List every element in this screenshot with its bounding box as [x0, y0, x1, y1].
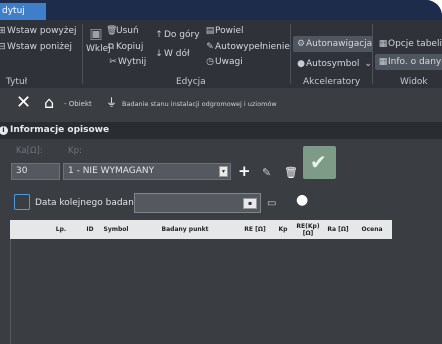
duplicate-icon: ▤ — [205, 26, 215, 36]
insert-above-icon: ⊞ — [0, 26, 6, 36]
chevron-down-icon[interactable]: ▾ — [219, 166, 228, 177]
copy-button[interactable]: ⧉ Kopiuj — [106, 42, 144, 52]
chevron-down-icon: ⌄ — [364, 59, 372, 69]
close-icon[interactable]: ✕ — [16, 93, 31, 113]
table-body — [10, 239, 442, 344]
column-header-badany-punkt[interactable]: Badany punkt — [135, 220, 235, 239]
notes-button[interactable]: ◷Uwagi — [205, 57, 243, 67]
map-pin-icon[interactable]: ● — [296, 192, 308, 208]
autofill-icon: ✎ — [206, 42, 214, 52]
column-header-symbol[interactable]: Symbol — [103, 220, 129, 239]
autonavigation-button[interactable]: ⚙Autonawigacja — [296, 39, 372, 49]
info-icon: i — [0, 126, 8, 135]
copy-label: Kopiuj — [116, 42, 144, 52]
confirm-button[interactable]: ✔ — [303, 146, 336, 179]
wklej-label: Wklej — [86, 44, 111, 54]
check-icon: ✔ — [310, 150, 327, 174]
kp-select[interactable]: 1 - NIE WYMAGANY — [63, 163, 231, 180]
column-header-kp[interactable]: Kp — [276, 220, 290, 239]
ribbon-separator — [290, 24, 291, 84]
arrow-up-icon: ↑ — [155, 30, 163, 40]
group-view: Widok — [400, 77, 428, 87]
autofill-button[interactable]: ✎Autowypełnienie — [205, 42, 290, 52]
autosymbol-label: Autosymbol — [306, 59, 360, 69]
arrow-down-icon: ↓ — [155, 49, 163, 59]
table-icon: ▦ — [378, 39, 388, 49]
ka-input[interactable]: 30 — [11, 163, 60, 180]
duplicate-button[interactable]: ▤Powiel — [205, 26, 244, 36]
insert-below-label: Wstaw poniżej — [7, 42, 73, 52]
section-title: Informacje opisowe — [10, 125, 110, 135]
column-header-re[interactable]: RE [Ω] — [242, 220, 268, 239]
calendar-icon[interactable]: ▭ — [267, 198, 276, 210]
autofill-label: Autowypełnienie — [215, 42, 290, 52]
cut-button[interactable]: ✂Wytnij — [108, 57, 146, 67]
ground-icon: ⏚ — [106, 96, 117, 109]
home-icon[interactable]: ⌂ — [44, 94, 54, 112]
next-date-checkbox[interactable] — [14, 194, 30, 210]
next-date-input[interactable] — [134, 193, 261, 213]
duplicate-label: Powiel — [215, 26, 244, 36]
insert-below-button[interactable]: ⊟Wstaw poniżej — [0, 42, 72, 52]
data-info-label: Info. o danych — [388, 57, 442, 67]
kp-select-value: 1 - NIE WYMAGANY — [68, 166, 155, 176]
wklej-button[interactable]: ▣ Wklej — [86, 26, 111, 54]
info-table-icon: ▦ — [378, 57, 388, 67]
cut-icon: ✂ — [109, 57, 117, 67]
autosymbol-button[interactable]: ●Autosymbol ⌄ — [296, 59, 372, 69]
autonavigation-label: Autonawigacja — [306, 39, 373, 49]
nav-toolbar: ✕ ⌂ - Obiekt ⏚ Badanie stanu instalacji … — [0, 88, 442, 120]
column-header-re-kp[interactable]: RE(Kp) [Ω] — [296, 220, 319, 239]
trash-icon: 🗑 — [106, 26, 118, 36]
breadcrumb-badanie[interactable]: Badanie stanu instalacji odgromowej i uz… — [122, 100, 277, 108]
delete-label: Usuń — [116, 26, 139, 36]
cut-label: Wytnij — [118, 57, 147, 67]
gear-icon: ⚙ — [296, 39, 306, 49]
insert-below-icon: ⊟ — [0, 42, 6, 52]
ribbon-separator — [82, 24, 83, 84]
column-header-ra[interactable]: Ra [Ω] — [324, 220, 352, 239]
column-header-id[interactable]: ID — [82, 220, 98, 239]
insert-above-button[interactable]: ⊞Wstaw powyżej — [0, 26, 77, 36]
dot-icon: ● — [297, 59, 305, 69]
move-up-button[interactable]: ↑Do góry — [154, 30, 200, 40]
ribbon-separator — [372, 24, 373, 84]
clock-icon: ◷ — [206, 57, 214, 67]
delete-button[interactable]: 🗑Usuń — [106, 26, 139, 36]
tab-edytuj[interactable]: dytuj — [0, 3, 46, 20]
move-down-label: W dół — [164, 49, 190, 59]
move-down-button[interactable]: ↓W dół — [154, 49, 190, 59]
group-title: Tytuł — [6, 77, 28, 87]
clipboard-icon: ▣ — [89, 26, 103, 42]
app-window: dytuj ⊞Wstaw powyżej ⊟Wstaw poniżej Tytu… — [0, 0, 442, 344]
column-header-lp[interactable]: Lp. — [48, 220, 74, 239]
group-accelerators: Akceleratory — [303, 77, 361, 87]
ka-label: Ka[Ω]: — [16, 146, 43, 156]
notes-label: Uwagi — [215, 57, 243, 67]
section-header: i Informacje opisowe — [0, 122, 442, 139]
kp-label: Kp: — [68, 146, 82, 156]
data-info-button[interactable]: ▦Info. o danych — [378, 57, 442, 67]
edit-icon[interactable]: ✎ — [262, 165, 271, 180]
table-options-label: Opcje tabeli — [388, 39, 442, 49]
date-picker-button[interactable]: ▪ — [243, 198, 257, 209]
breadcrumb-obiekt[interactable]: - Obiekt — [64, 100, 92, 108]
table-header: Lp. ID Symbol Badany punkt RE [Ω] Kp RE(… — [10, 220, 392, 239]
column-header-ocena[interactable]: Ocena — [360, 220, 384, 239]
table-options-button[interactable]: ▦Opcje tabeli — [378, 39, 442, 49]
next-date-label: Data kolejnego badania: — [35, 198, 145, 208]
copy-icon: ⧉ — [107, 42, 115, 52]
trash-icon[interactable]: 🗑 — [284, 165, 298, 180]
ribbon: ⊞Wstaw powyżej ⊟Wstaw poniżej Tytuł ▣ Wk… — [0, 20, 442, 89]
plus-icon[interactable]: + — [238, 163, 251, 180]
move-up-label: Do góry — [164, 30, 200, 40]
insert-above-label: Wstaw powyżej — [7, 26, 77, 36]
group-edit: Edycja — [176, 77, 206, 87]
title-bar: dytuj — [0, 0, 442, 20]
